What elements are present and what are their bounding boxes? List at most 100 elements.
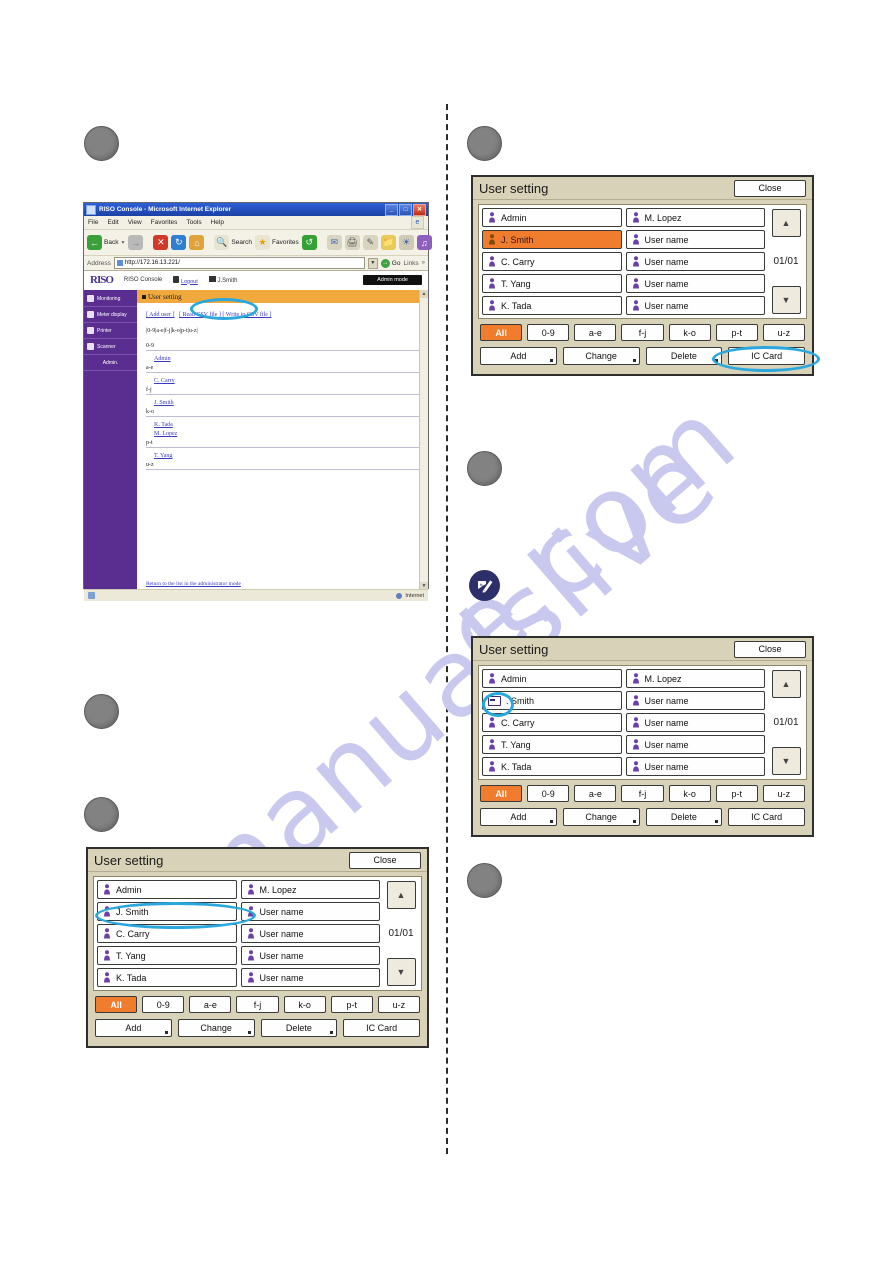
user-row-t-yang[interactable]: T. Yang xyxy=(97,946,237,965)
sidebar-item-scanner[interactable]: Scanner xyxy=(84,339,137,355)
filter-all[interactable]: All xyxy=(480,324,523,341)
user-link-admin[interactable]: Admin xyxy=(154,356,419,362)
sidebar-item-printer[interactable]: Printer xyxy=(84,323,137,339)
change-button[interactable]: Change xyxy=(562,347,640,365)
filter-p-t[interactable]: p-t xyxy=(715,785,758,802)
delete-button[interactable]: Delete xyxy=(260,1019,338,1037)
messenger-icon[interactable]: ☀ xyxy=(398,235,414,250)
user-row-m-lopez[interactable]: M. Lopez xyxy=(625,208,765,227)
menu-item-help[interactable]: Help xyxy=(211,219,224,226)
scroll-up-button[interactable]: ▲ xyxy=(771,209,801,237)
user-row-empty-2[interactable]: User name xyxy=(625,713,765,732)
menu-item-favorites[interactable]: Favorites xyxy=(151,219,178,226)
sidebar-item-monitoring[interactable]: Monitoring xyxy=(84,291,137,307)
write-csv-link[interactable]: [ Write to CSV file ] xyxy=(222,312,271,318)
delete-button[interactable]: Delete xyxy=(645,347,723,365)
logout-link[interactable]: Logout xyxy=(173,275,198,285)
menu-item-edit[interactable]: Edit xyxy=(107,219,118,226)
close-button[interactable]: Close xyxy=(734,640,806,658)
user-row-j-smith[interactable]: J. Smith xyxy=(482,230,622,249)
filter-a-e[interactable]: a-e xyxy=(574,324,617,341)
scroll-down-button[interactable]: ▼ xyxy=(771,286,801,314)
user-row-admin[interactable]: Admin xyxy=(97,880,237,899)
home-icon[interactable]: ⌂ xyxy=(189,235,205,250)
user-row-k-tada[interactable]: K. Tada xyxy=(97,968,237,987)
scroll-down-icon[interactable]: ▼ xyxy=(420,582,428,589)
user-row-empty-2[interactable]: User name xyxy=(240,924,380,943)
filter-k-o[interactable]: k-o xyxy=(668,785,711,802)
user-row-c-carry[interactable]: C. Carry xyxy=(482,252,622,271)
read-csv-link[interactable]: [ Read CSV file ] xyxy=(179,312,221,318)
browser-address-bar[interactable]: Address http://172.16.13.221/ ▼ → Go Lin… xyxy=(84,256,428,271)
user-row-empty-3[interactable]: User name xyxy=(625,274,765,293)
filter-a-e[interactable]: a-e xyxy=(574,785,617,802)
riso-alphabet-index[interactable]: |0-9|a-e|f-j|k-o|p-t|u-z| xyxy=(137,318,428,334)
filter-k-o[interactable]: k-o xyxy=(283,996,326,1013)
user-row-j-smith[interactable]: J. Smith xyxy=(97,902,237,921)
user-row-empty-4[interactable]: User name xyxy=(240,968,380,987)
user-row-empty-4[interactable]: User name xyxy=(625,757,765,776)
refresh-icon[interactable]: ↻ xyxy=(171,235,187,250)
scroll-up-icon[interactable]: ▲ xyxy=(420,290,428,298)
print-icon[interactable]: 🖨 xyxy=(344,235,360,250)
user-link-k-tada[interactable]: K. Tada xyxy=(154,422,419,428)
add-user-link[interactable]: [ Add user ] xyxy=(146,312,175,318)
admin-mode-button[interactable]: Admin mode xyxy=(363,275,422,285)
go-button[interactable]: → Go xyxy=(380,258,400,268)
menu-item-tools[interactable]: Tools xyxy=(186,219,201,226)
user-row-j-smith[interactable]: . Smith xyxy=(482,691,622,710)
filter-u-z[interactable]: u-z xyxy=(377,996,420,1013)
maximize-button[interactable]: □ xyxy=(399,203,412,216)
return-to-list-link[interactable]: Return to the list in the administrator … xyxy=(146,581,241,587)
filter-0-9[interactable]: 0-9 xyxy=(527,324,570,341)
scroll-up-button[interactable]: ▲ xyxy=(386,881,416,909)
user-row-empty-1[interactable]: User name xyxy=(625,230,765,249)
user-row-empty-1[interactable]: User name xyxy=(240,902,380,921)
user-row-k-tada[interactable]: K. Tada xyxy=(482,296,622,315)
filter-u-z[interactable]: u-z xyxy=(762,785,805,802)
user-row-admin[interactable]: Admin xyxy=(482,669,622,688)
user-row-c-carry[interactable]: C. Carry xyxy=(482,713,622,732)
media-icon[interactable]: ♫ xyxy=(416,235,432,250)
folder-icon[interactable]: 📁 xyxy=(380,235,396,250)
sidebar-item-admin[interactable]: Admin. xyxy=(84,355,137,371)
user-row-admin[interactable]: Admin xyxy=(482,208,622,227)
user-row-empty-3[interactable]: User name xyxy=(625,735,765,754)
add-button[interactable]: Add xyxy=(480,347,557,365)
user-row-empty-2[interactable]: User name xyxy=(625,252,765,271)
filter-f-j[interactable]: f-j xyxy=(621,324,664,341)
filter-all[interactable]: All xyxy=(480,785,523,802)
scroll-down-button[interactable]: ▼ xyxy=(386,958,416,986)
user-row-t-yang[interactable]: T. Yang xyxy=(482,274,622,293)
user-link-c-carry[interactable]: C. Carry xyxy=(154,378,419,384)
filter-p-t[interactable]: p-t xyxy=(715,324,758,341)
user-link-t-yang[interactable]: T. Yang xyxy=(154,453,419,459)
stop-icon[interactable]: ✕ xyxy=(153,235,169,250)
close-button[interactable]: Close xyxy=(349,851,421,869)
edit-icon[interactable]: ✎ xyxy=(362,235,378,250)
user-row-empty-1[interactable]: User name xyxy=(625,691,765,710)
filter-a-e[interactable]: a-e xyxy=(189,996,232,1013)
user-row-k-tada[interactable]: K. Tada xyxy=(482,757,622,776)
links-label[interactable]: Links xyxy=(403,260,418,267)
filter-f-j[interactable]: f-j xyxy=(621,785,664,802)
filter-u-z[interactable]: u-z xyxy=(762,324,805,341)
forward-arrow-icon[interactable]: → xyxy=(128,235,144,250)
ic-card-button[interactable]: IC Card xyxy=(343,1019,420,1037)
user-row-c-carry[interactable]: C. Carry xyxy=(97,924,237,943)
scroll-down-button[interactable]: ▼ xyxy=(771,747,801,775)
user-link-m-lopez[interactable]: M. Lopez xyxy=(154,431,419,437)
address-input[interactable]: http://172.16.13.221/ xyxy=(113,257,365,269)
filter-0-9[interactable]: 0-9 xyxy=(142,996,185,1013)
search-button[interactable]: 🔍 Search xyxy=(214,235,252,250)
filter-all[interactable]: All xyxy=(95,996,138,1013)
history-icon[interactable]: ↺ xyxy=(301,235,317,250)
add-button[interactable]: Add xyxy=(480,808,557,826)
ic-card-button[interactable]: IC Card xyxy=(728,808,805,826)
window-controls[interactable]: _ □ ✕ xyxy=(385,203,426,216)
address-dropdown-icon[interactable]: ▼ xyxy=(367,257,378,269)
favorites-button[interactable]: ★ Favorites xyxy=(255,235,299,250)
menu-item-view[interactable]: View xyxy=(128,219,142,226)
filter-0-9[interactable]: 0-9 xyxy=(527,785,570,802)
close-window-button[interactable]: ✕ xyxy=(413,203,426,216)
